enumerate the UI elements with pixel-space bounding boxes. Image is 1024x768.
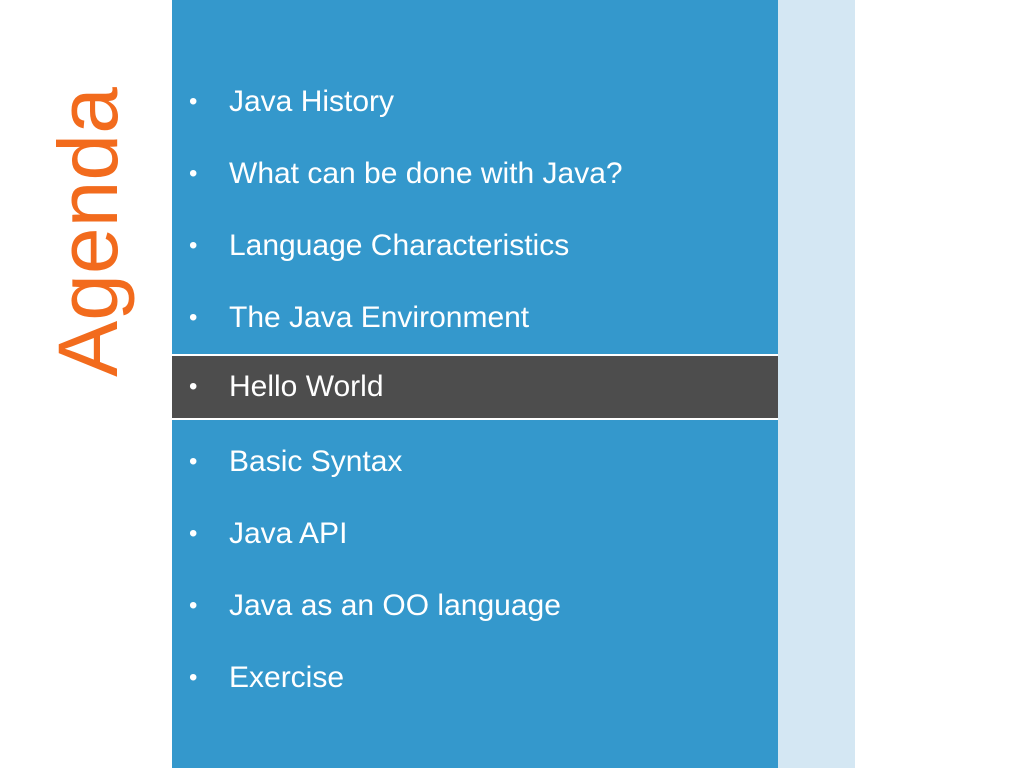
bullet-icon: • [189, 520, 198, 547]
bullet-icon: • [189, 373, 198, 400]
agenda-item-label: Exercise [229, 661, 345, 694]
bullet-icon: • [189, 304, 198, 331]
agenda-item-label: Language Characteristics [229, 229, 570, 262]
agenda-item-basic-syntax: • Basic Syntax [172, 426, 778, 498]
bullet-icon: • [189, 88, 198, 115]
agenda-item-hello-world: • Hello World [172, 354, 778, 420]
agenda-item-exercise: • Exercise [172, 642, 778, 714]
agenda-item-language-characteristics: • Language Characteristics [172, 210, 778, 282]
agenda-list: • Java History • What can be done with J… [172, 66, 778, 714]
agenda-item-what-can-be-done: • What can be done with Java? [172, 138, 778, 210]
bullet-icon: • [189, 448, 198, 475]
agenda-item-label: Hello World [229, 370, 384, 403]
bullet-icon: • [189, 232, 198, 259]
agenda-item-java-oo-language: • Java as an OO language [172, 570, 778, 642]
title-area: Agenda [0, 0, 172, 768]
agenda-item-label: The Java Environment [229, 301, 530, 334]
agenda-panel: • Java History • What can be done with J… [172, 0, 778, 768]
slide: Agenda • Java History • What can be done… [0, 0, 1024, 768]
agenda-item-label: Java History [229, 85, 395, 118]
agenda-item-java-api: • Java API [172, 498, 778, 570]
agenda-item-label: Java as an OO language [229, 589, 561, 622]
agenda-item-label: Basic Syntax [229, 445, 403, 478]
bullet-icon: • [189, 592, 198, 619]
agenda-item-label: What can be done with Java? [229, 157, 623, 190]
agenda-item-java-environment: • The Java Environment [172, 282, 778, 354]
side-strip [778, 0, 855, 768]
bullet-icon: • [189, 664, 198, 691]
agenda-title: Agenda [41, 87, 135, 377]
agenda-item-label: Java API [229, 517, 348, 550]
agenda-item-java-history: • Java History [172, 66, 778, 138]
bullet-icon: • [189, 160, 198, 187]
